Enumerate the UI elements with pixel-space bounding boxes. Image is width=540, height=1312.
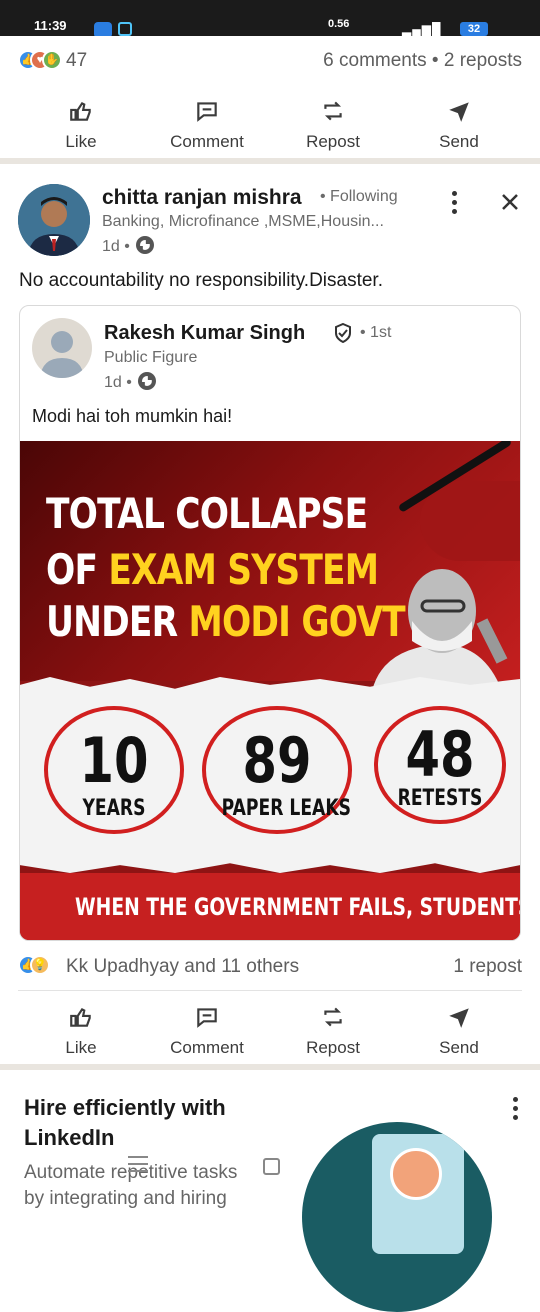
comment-icon (197, 102, 217, 122)
like-button[interactable]: Like (21, 98, 141, 152)
globe-icon (137, 372, 156, 390)
comment-label: Comment (170, 1038, 244, 1057)
author-photo (18, 184, 90, 256)
verified-icon (335, 323, 351, 343)
battery-icon: 32 (460, 22, 488, 36)
feed-divider (0, 1064, 540, 1070)
default-avatar-icon (40, 331, 84, 378)
repost-label: Repost (306, 1038, 360, 1057)
hand-graphic (420, 481, 520, 561)
ad-title[interactable]: Hire efficiently with LinkedIn (24, 1093, 284, 1153)
embedded-post-meta: 1d • (104, 372, 156, 392)
phone-app-icon (94, 22, 112, 36)
stat-circle-retests: 48 RETESTS (374, 706, 506, 824)
status-time: 11:39 (34, 18, 67, 33)
embedded-author-avatar[interactable] (32, 318, 92, 378)
repost-icon (324, 1007, 342, 1027)
comment-icon (197, 1008, 217, 1028)
embedded-post-text: Modi hai toh mumkin hai! (32, 406, 233, 426)
embedded-post[interactable]: Rakesh Kumar Singh • 1st Public Figure 1… (19, 305, 521, 941)
globe-icon (135, 236, 154, 254)
reactors-text[interactable]: Kk Upadhyay and 11 others (66, 956, 299, 978)
actions-divider (18, 990, 522, 991)
signal-icon: ▂▄▆█ (402, 22, 442, 36)
ad-image[interactable] (302, 1122, 492, 1312)
status-bar: 11:39 0.56 ▂▄▆█ 32 (0, 0, 540, 36)
prev-post-stats: 👍 ♥ ✋ 47 6 comments • 2 reposts (0, 46, 540, 76)
ad-person-graphic (390, 1148, 442, 1200)
stat-leaks-label: PAPER LEAKS (221, 796, 351, 821)
author-headline: Banking, Microfinance ,MSME,Housin... (102, 213, 384, 230)
repost-button[interactable]: Repost (273, 98, 393, 152)
headline-line1: TOTAL COLLAPSE (46, 489, 368, 538)
stat-years-label: YEARS (82, 796, 146, 821)
embedded-post-time: 1d • (104, 374, 132, 391)
repost-label: Repost (306, 132, 360, 151)
send-button[interactable]: Send (399, 98, 519, 152)
stat-circle-years: 10 YEARS (44, 706, 184, 834)
post-author-name[interactable]: chitta ranjan mishra (102, 186, 302, 210)
nav-recents-icon[interactable] (263, 1158, 280, 1175)
stat-retests-number: 48 (405, 718, 475, 791)
comments-reposts-count[interactable]: 6 comments • 2 reposts (323, 50, 522, 72)
send-label: Send (439, 132, 479, 151)
close-icon[interactable] (500, 192, 520, 212)
like-label: Like (65, 1038, 97, 1057)
person-photo (372, 569, 508, 691)
post-image[interactable]: TOTAL COLLAPSE OF EXAM SYSTEM UNDER MODI… (20, 441, 520, 940)
connection-degree: • 1st (360, 324, 392, 341)
like-icon (70, 1008, 91, 1027)
send-label: Send (439, 1038, 479, 1057)
stat-years-number: 10 (79, 724, 149, 797)
nav-menu-icon[interactable] (128, 1156, 148, 1177)
post-text: No accountability no responsibility.Disa… (19, 270, 383, 291)
comment-button[interactable]: Comment (147, 98, 267, 152)
repost-icon (324, 101, 342, 121)
like-button[interactable]: Like (21, 1004, 141, 1058)
ad-more-options-icon[interactable] (513, 1097, 519, 1124)
send-icon (449, 1008, 469, 1028)
post-meta: 1d • (102, 236, 154, 256)
ad-card-graphic (372, 1134, 464, 1254)
comment-label: Comment (170, 132, 244, 151)
stat-circle-leaks: 89 PAPER LEAKS (202, 706, 352, 834)
stat-retests-label: RETESTS (397, 786, 483, 811)
reaction-count[interactable]: 47 (66, 50, 87, 72)
headline-line2-a: OF (46, 545, 109, 594)
comment-button[interactable]: Comment (147, 1004, 267, 1058)
post-time: 1d • (102, 238, 130, 255)
like-label: Like (65, 132, 97, 151)
following-label: • Following (320, 188, 398, 205)
like-icon (70, 102, 91, 121)
repost-count[interactable]: 1 repost (453, 956, 522, 978)
stat-leaks-number: 89 (242, 724, 312, 797)
author-avatar[interactable] (18, 184, 90, 256)
app-notification-icon (118, 22, 132, 36)
send-icon (449, 102, 469, 122)
headline-line3-a: UNDER (46, 597, 189, 646)
insightful-reaction-icon: 💡 (30, 955, 50, 975)
embedded-author-name[interactable]: Rakesh Kumar Singh (104, 322, 305, 345)
support-reaction-icon: ✋ (42, 50, 62, 70)
reaction-icons[interactable]: 👍 ♥ ✋ (18, 50, 62, 72)
send-button[interactable]: Send (399, 1004, 519, 1058)
post-reaction-icons[interactable]: 👍 💡 (18, 955, 62, 979)
network-speed: 0.56 (328, 18, 350, 30)
ad-subtitle-2: by integrating and hiring (24, 1188, 227, 1209)
repost-button[interactable]: Repost (273, 1004, 393, 1058)
banner-footer-text: WHEN THE GOVERNMENT FAILS, STUDENTS SUFF… (75, 893, 520, 921)
feed-divider (0, 158, 540, 164)
headline-line2: OF EXAM SYSTEM (46, 545, 379, 594)
embedded-author-headline: Public Figure (104, 349, 198, 366)
more-options-icon[interactable] (452, 191, 458, 218)
